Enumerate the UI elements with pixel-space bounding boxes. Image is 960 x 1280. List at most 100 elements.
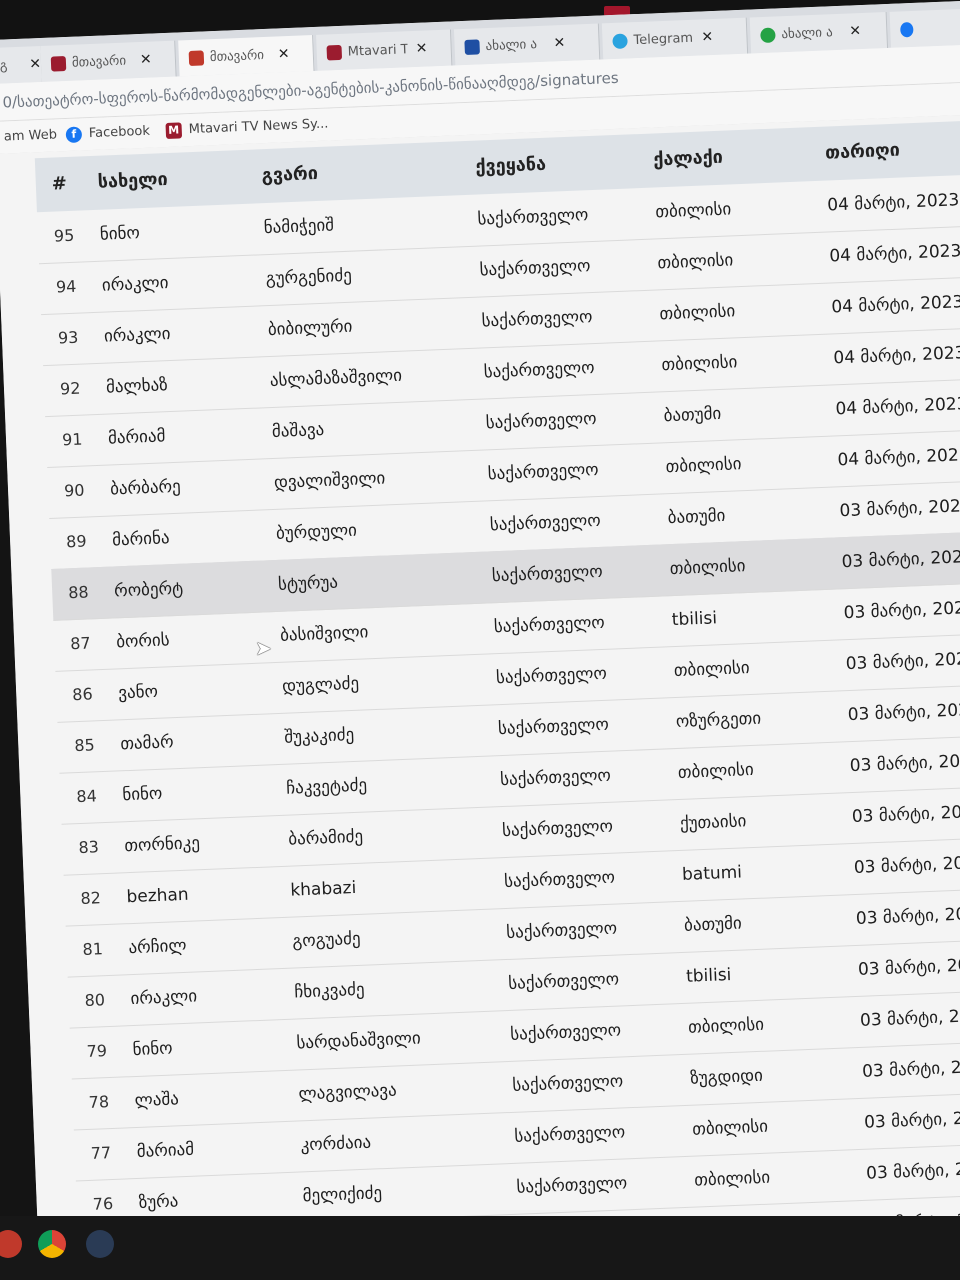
tab-title: მთავარი: [71, 53, 127, 71]
row-date: 03 მარტი, 2023: [857, 954, 960, 980]
row-city: თბილისი: [655, 199, 732, 223]
row-city: ქუთაისი: [679, 811, 747, 834]
tab-title: Mtavari T: [347, 41, 409, 60]
tab-title: მთავარი: [209, 47, 265, 65]
row-number: 80: [84, 990, 106, 1010]
news-icon: [464, 38, 480, 55]
row-country: საქართველო: [516, 1173, 628, 1198]
tab-1[interactable]: მთავარი ✕: [40, 40, 177, 82]
row-country: საქართველო: [499, 765, 612, 791]
row-number: 77: [90, 1143, 112, 1163]
header-number: #: [51, 173, 68, 195]
row-surname: დვალიშვილი: [273, 468, 386, 493]
row-country: საქართველო: [477, 205, 589, 230]
row-name: მარიამ: [136, 1139, 195, 1162]
row-city: თბილისი: [691, 1116, 769, 1140]
app-icon[interactable]: [0, 1230, 22, 1258]
row-date: 03 მარტი, 2023: [855, 903, 960, 929]
row-country: საქართველო: [491, 561, 604, 587]
row-name: ირაკლი: [130, 986, 198, 1010]
telegram-icon: [612, 32, 628, 49]
row-surname: შუკაკიძე: [283, 724, 355, 748]
row-city: თბილისი: [659, 301, 736, 325]
row-name: ნინო: [122, 783, 163, 806]
row-surname: გურგენიძე: [265, 265, 353, 290]
row-number: 83: [78, 837, 100, 858]
tab-3[interactable]: Mtavari T ✕: [316, 29, 453, 71]
header-country: ქვეყანა: [475, 153, 547, 178]
bookmark-web[interactable]: am Web: [3, 119, 58, 153]
close-tab-icon[interactable]: ✕: [415, 40, 427, 56]
row-city: ბათუმი: [683, 913, 743, 936]
row-surname: სტურუა: [277, 572, 339, 595]
close-tab-icon[interactable]: ✕: [701, 29, 713, 45]
row-country: საქართველო: [509, 1020, 622, 1045]
row-name: მალხაზ: [105, 375, 169, 398]
row-country: საქართველო: [503, 867, 616, 893]
row-name: bezhan: [126, 884, 190, 908]
row-name: ბარბარე: [109, 476, 182, 500]
row-surname: ბარამიძე: [287, 826, 364, 850]
row-surname: მაშავა: [271, 419, 325, 442]
tab-title: ახალი ა: [781, 24, 833, 42]
close-tab-icon[interactable]: ✕: [29, 56, 41, 72]
row-name: თორნიკე: [124, 833, 201, 857]
row-number: 87: [69, 633, 92, 654]
row-date: 03 მარტი, 2023: [845, 648, 960, 675]
tab-5[interactable]: Telegram ✕: [601, 17, 749, 60]
bookmark-facebook[interactable]: f Facebook: [65, 116, 150, 151]
row-number: 86: [71, 684, 94, 705]
row-name: ნინო: [99, 223, 141, 245]
close-tab-icon[interactable]: ✕: [277, 46, 289, 62]
row-number: 81: [82, 939, 104, 960]
row-name: მარიამ: [107, 426, 166, 449]
row-city: ოზურგეთი: [675, 708, 762, 733]
mtavari-icon: [326, 44, 343, 60]
row-date: 04 მარტი, 2023: [835, 394, 960, 420]
row-country: საქართველო: [497, 714, 610, 740]
row-surname: ლაგვილავა: [298, 1080, 398, 1105]
row-country: საქართველო: [514, 1122, 626, 1147]
tab-title: ჯგ: [0, 57, 8, 74]
row-date: 03 მარტი, 2023: [839, 495, 960, 522]
facebook-icon: [900, 21, 914, 37]
row-date: 03 მარტი, 2023: [841, 546, 960, 573]
formula-icon: [188, 49, 205, 66]
app-icon-2[interactable]: [86, 1230, 114, 1258]
row-number: 90: [63, 480, 85, 501]
tab-0[interactable]: ჯგ ✕: [0, 45, 43, 85]
close-tab-icon[interactable]: ✕: [140, 52, 152, 68]
header-surname: გვარი: [261, 162, 319, 187]
row-number: 93: [57, 327, 79, 348]
row-date: 03 მარტი, 2023: [843, 597, 960, 624]
row-number: 88: [67, 582, 89, 603]
tab-4[interactable]: ახალი ა ✕: [453, 23, 601, 66]
row-city: თბილისი: [673, 658, 751, 682]
row-country: საქართველო: [495, 663, 608, 689]
tab-7[interactable]: [889, 8, 960, 48]
tab-title: Telegram: [633, 30, 694, 48]
row-country: საქართველო: [493, 612, 606, 638]
row-name: თამარ: [119, 732, 175, 755]
tab-2[interactable]: მთავარი ✕: [178, 35, 315, 77]
close-tab-icon[interactable]: ✕: [553, 35, 565, 51]
chrome-icon[interactable]: [38, 1230, 66, 1258]
row-city: თბილისი: [677, 759, 755, 783]
row-number: 82: [80, 888, 102, 909]
taskbar: [0, 1216, 960, 1280]
row-surname: გოგუაძე: [292, 928, 361, 952]
row-surname: khabazi: [289, 877, 357, 901]
row-date: 04 მარტი, 2023: [831, 292, 960, 318]
row-date: 03 მარტი, 2023: [849, 750, 960, 777]
row-name: ბორის: [115, 630, 171, 653]
row-city: tbilisi: [685, 965, 732, 987]
tab-6[interactable]: ახალი ა ✕: [749, 11, 889, 54]
row-number: 76: [92, 1194, 114, 1214]
tab-title: [919, 27, 960, 29]
row-country: საქართველო: [483, 358, 595, 383]
row-city: ბათუმი: [663, 403, 722, 427]
row-number: 78: [88, 1092, 110, 1112]
close-tab-icon[interactable]: ✕: [849, 23, 861, 39]
row-name: მარინა: [111, 528, 170, 551]
row-country: საქართველო: [487, 459, 599, 485]
